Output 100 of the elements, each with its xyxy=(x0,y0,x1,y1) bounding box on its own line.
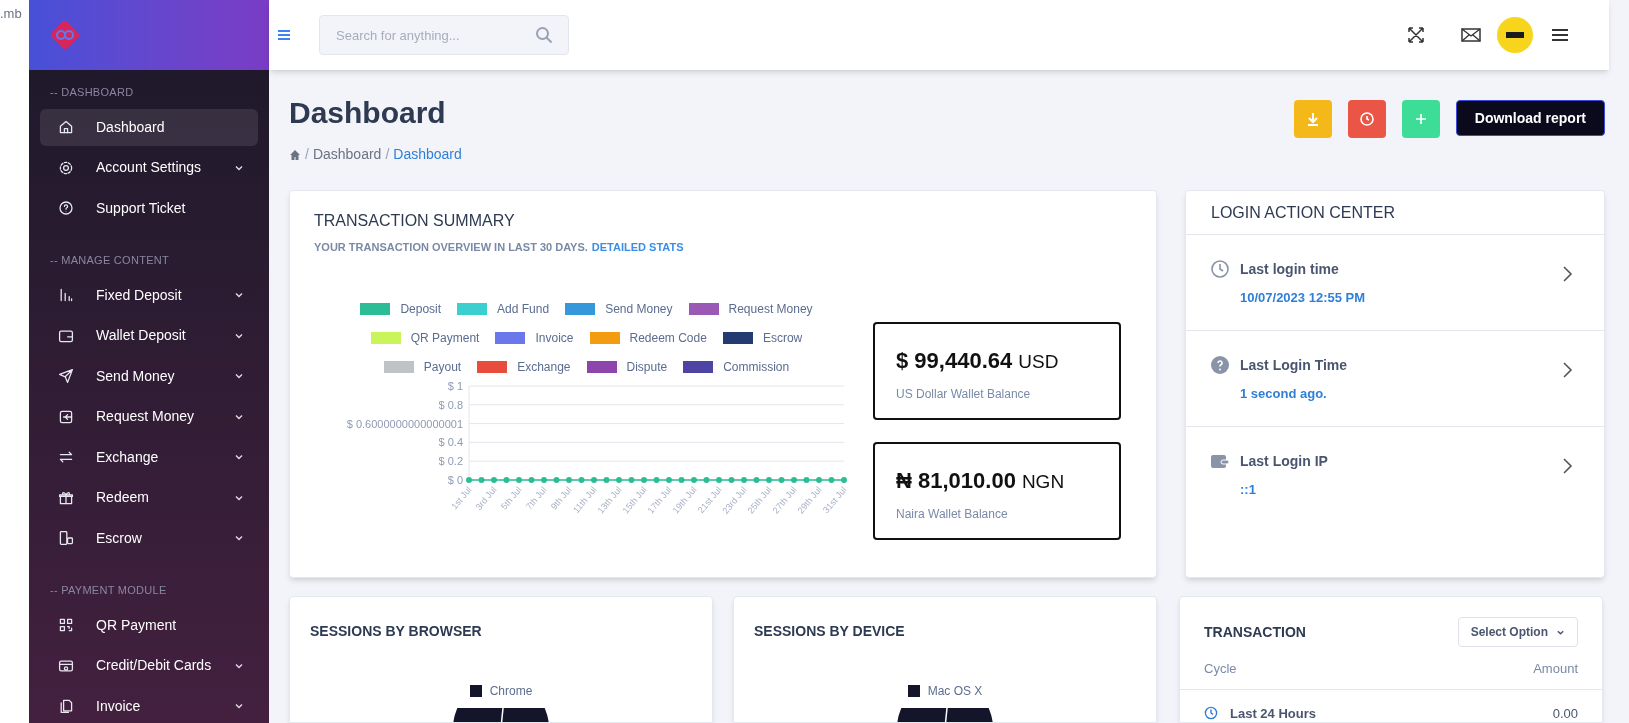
sidebar-item[interactable]: Dashboard xyxy=(40,108,258,146)
breadcrumb-separator: / xyxy=(305,145,309,164)
sidebar-item[interactable]: Escrow xyxy=(40,519,258,557)
x-tick-label: 1st Jul xyxy=(449,484,474,511)
sidebar-item[interactable]: Credit/Debit Cards xyxy=(40,647,258,684)
chevron-right-icon xyxy=(1562,457,1574,475)
card-title: SESSIONS BY DEVICE xyxy=(753,622,906,641)
legend-item[interactable]: Exchange xyxy=(477,357,571,376)
home-icon[interactable] xyxy=(289,148,301,161)
clock-button[interactable] xyxy=(1347,100,1386,138)
sidebar-item[interactable]: Invoice xyxy=(40,687,258,723)
avatar-icon[interactable] xyxy=(1497,17,1533,53)
legend-item[interactable]: Add Fund xyxy=(457,299,550,318)
sidebar-item[interactable]: Fixed Deposit xyxy=(40,276,258,314)
legend-label: Dispute xyxy=(626,358,668,376)
chevron-right-icon xyxy=(1562,265,1574,283)
y-tick-label: $ 0.2 xyxy=(438,454,463,467)
currency-code: USD xyxy=(1018,349,1059,374)
data-point xyxy=(653,476,660,483)
legend-item[interactable]: Deposit xyxy=(360,299,442,318)
legend-item[interactable]: Send Money xyxy=(565,299,673,318)
legend-item[interactable]: Invoice xyxy=(495,328,574,347)
login-info-item[interactable]: Last Login Time 1 second ago. xyxy=(1186,331,1604,427)
data-point xyxy=(616,476,622,483)
sidebar-item[interactable]: Request Money xyxy=(40,398,258,435)
currency-code: NGN xyxy=(1021,469,1065,494)
y-tick-label: $ 0.4 xyxy=(438,435,463,448)
y-tick-label: $ 0 xyxy=(447,473,463,486)
exchange-icon xyxy=(58,449,74,465)
sidebar-item[interactable]: Send Money xyxy=(40,357,258,395)
legend-item[interactable]: Redeem Code xyxy=(589,328,707,347)
clock-icon xyxy=(1358,111,1375,127)
data-point xyxy=(503,476,510,483)
sidebar-item[interactable]: Redeem xyxy=(40,479,258,516)
x-tick-label: 7th Jul xyxy=(523,484,549,512)
x-tick-label: 9th Jul xyxy=(548,484,574,512)
table-cell-text: Last 24 Hours xyxy=(1230,704,1317,722)
money-in-icon xyxy=(58,408,74,425)
login-info-item[interactable]: Last login time 10/07/2023 12:55 PM xyxy=(1186,235,1604,331)
section-heading: -- MANAGE CONTENT xyxy=(49,253,170,268)
data-point xyxy=(816,476,822,483)
data-point xyxy=(828,476,835,483)
question-icon xyxy=(58,200,74,216)
mail-icon[interactable] xyxy=(1461,27,1481,43)
menu-icon[interactable] xyxy=(1551,28,1569,42)
legend-item[interactable]: Escrow xyxy=(722,328,803,347)
y-tick-label: $ 1 xyxy=(447,379,463,392)
sidebar-item[interactable]: Support Ticket xyxy=(40,189,258,227)
breadcrumb-link[interactable]: Dashboard xyxy=(393,144,462,165)
documents-icon xyxy=(58,698,74,714)
legend-item[interactable]: Commission xyxy=(683,357,790,376)
paper-plane-icon xyxy=(58,368,74,384)
x-tick-label: 5th Jul xyxy=(498,484,524,512)
data-point xyxy=(528,476,535,483)
legend-label: Send Money xyxy=(605,300,673,318)
sidebar-item[interactable]: Wallet Deposit xyxy=(40,317,258,354)
legend-label: Exchange xyxy=(517,358,571,376)
download-report-button[interactable]: Download report xyxy=(1455,100,1605,136)
legend-label: Request Money xyxy=(728,300,813,318)
window-text: .mb xyxy=(0,6,22,21)
select-option-dropdown[interactable]: Select Option xyxy=(1457,617,1578,647)
legend-label: Deposit xyxy=(400,300,442,318)
y-tick-label: $ 0.8 xyxy=(438,398,463,411)
legend-item[interactable]: QR Payment xyxy=(370,328,480,347)
data-point xyxy=(541,476,547,483)
item-value: 10/07/2023 12:55 PM xyxy=(1240,289,1367,307)
sidebar-item[interactable]: Account Settings xyxy=(40,149,258,186)
legend-item[interactable]: Dispute xyxy=(586,357,668,376)
data-point xyxy=(466,476,472,483)
legend-item[interactable]: Mac OS X xyxy=(907,682,983,700)
item-value: ::1 xyxy=(1240,481,1257,499)
data-point xyxy=(703,476,710,483)
sidebar-item[interactable]: Exchange xyxy=(40,438,258,476)
legend-item[interactable]: Payout xyxy=(383,357,462,376)
legend-item[interactable]: Chrome xyxy=(469,682,533,700)
legend-label: Escrow xyxy=(762,329,803,347)
data-point xyxy=(766,476,772,483)
data-point xyxy=(491,476,497,483)
legend-label: Payout xyxy=(423,358,462,376)
chevron-right-icon xyxy=(1562,361,1574,379)
card-title: LOGIN ACTION CENTER xyxy=(1186,191,1604,235)
sidebar-item[interactable]: QR Payment xyxy=(40,606,258,644)
question-icon xyxy=(1210,355,1230,375)
data-point xyxy=(628,476,635,483)
balance-amount: ₦ 81,010.00 xyxy=(896,466,1016,495)
data-point xyxy=(478,476,485,483)
table-cell-text: 0.00 xyxy=(1552,704,1578,722)
breadcrumb-link[interactable]: Dashboard xyxy=(312,144,382,165)
login-info-item[interactable]: Last Login IP ::1 xyxy=(1186,427,1604,523)
balance-label: Naira Wallet Balance xyxy=(896,505,1009,523)
legend-item[interactable]: Request Money xyxy=(688,299,813,318)
search-field[interactable]: Search for anything... xyxy=(319,15,569,55)
escrow-icon xyxy=(58,530,74,546)
item-value: 1 second ago. xyxy=(1240,385,1328,403)
clock-icon xyxy=(1210,259,1230,279)
bar-chart-icon xyxy=(58,287,74,303)
data-point xyxy=(678,476,685,483)
item-label: Last Login IP xyxy=(1240,452,1329,471)
search-icon[interactable] xyxy=(535,26,553,44)
fullscreen-icon[interactable] xyxy=(1407,26,1425,44)
